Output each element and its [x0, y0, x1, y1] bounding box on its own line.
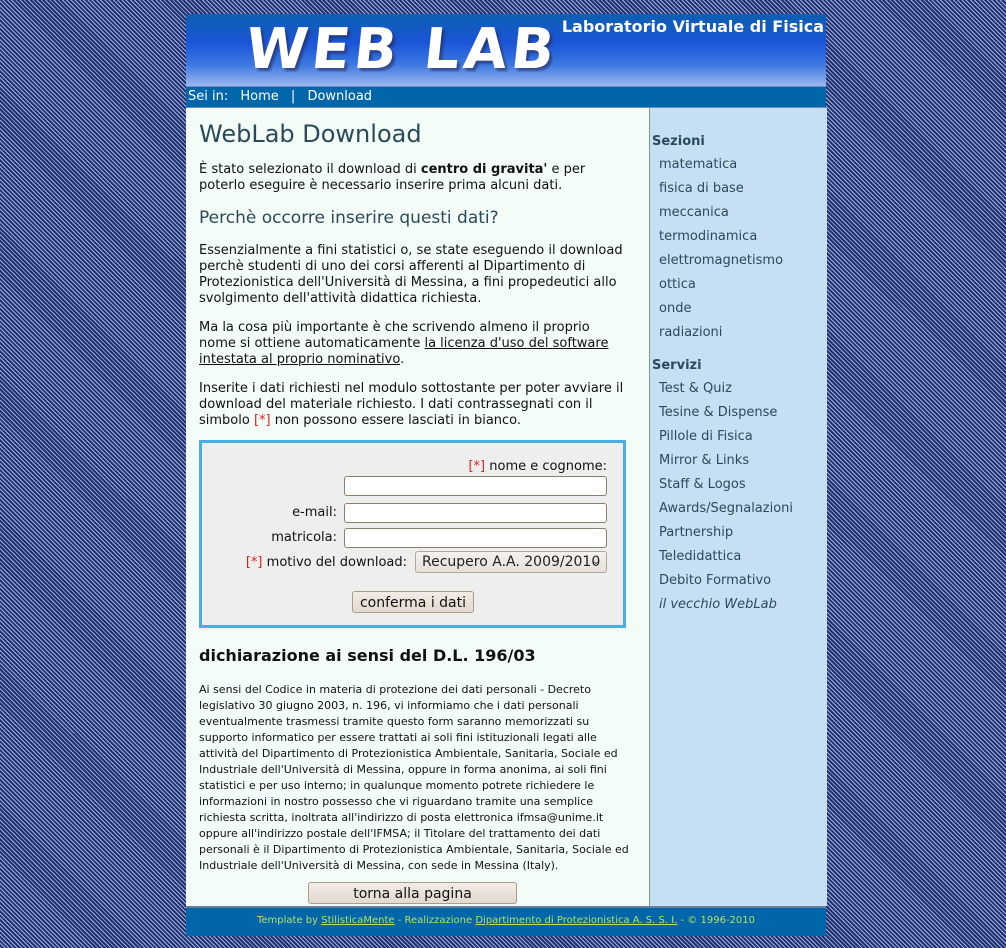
sidebar-item-elettromagnetismo[interactable]: elettromagnetismo	[659, 253, 783, 268]
sidebar-item-onde[interactable]: onde	[659, 301, 691, 316]
breadcrumb: Sei in: Home | Download	[186, 86, 826, 108]
chevron-down-icon: ⌄	[591, 556, 600, 567]
footer: Template by StilisticaMente - Realizzazi…	[186, 906, 826, 936]
header-banner: WEB LAB Laboratorio Virtuale di Fisica	[186, 14, 826, 86]
motivo-selected-value: Recupero A.A. 2009/2010	[422, 554, 601, 570]
sidebar-item-tesine-dispense[interactable]: Tesine & Dispense	[659, 405, 777, 420]
license-text-end: .	[400, 352, 405, 367]
section-subtitle: Perchè occorre inserire questi dati?	[199, 208, 499, 228]
license-paragraph: Ma la cosa più importante è che scrivend…	[199, 320, 629, 368]
breadcrumb-prefix: Sei in:	[188, 89, 229, 104]
required-marker: [*]	[245, 555, 263, 570]
name-input[interactable]	[344, 476, 607, 496]
email-input[interactable]	[344, 503, 607, 523]
motivo-label-text: motivo del download:	[266, 555, 407, 570]
sidebar-item-fisica-di-base[interactable]: fisica di base	[659, 181, 744, 196]
instructions-text-end: non possono essere lasciati in bianco.	[270, 413, 522, 428]
download-form: [*] nome e cognome: e-mail: matricola: […	[199, 440, 626, 628]
sidebar-item-pillole-di-fisica[interactable]: Pillole di Fisica	[659, 429, 753, 444]
breadcrumb-home-link[interactable]: Home	[240, 89, 278, 104]
declaration-text: Ai sensi del Codice in materia di protez…	[199, 683, 629, 872]
site-title: Laboratorio Virtuale di Fisica	[561, 17, 824, 36]
name-label-text: nome e cognome:	[489, 459, 607, 474]
email-label: e-mail:	[292, 505, 337, 520]
sidebar-item-test-quiz[interactable]: Test & Quiz	[659, 381, 732, 396]
page-title: WebLab Download	[199, 120, 422, 148]
sidebar-item-matematica[interactable]: matematica	[659, 157, 737, 172]
sidebar-item-mirror-links[interactable]: Mirror & Links	[659, 453, 749, 468]
sidebar-item-teledidattica[interactable]: Teledidattica	[659, 549, 741, 564]
sidebar-services-title: Servizi	[652, 358, 702, 373]
required-marker: [*]	[253, 413, 271, 428]
sidebar-sections-title: Sezioni	[652, 134, 705, 149]
footer-dept-link[interactable]: Dipartimento di Protezionistica A. S. S.…	[475, 915, 677, 926]
motivo-label: [*] motivo del download:	[246, 555, 407, 570]
sidebar-item-vecchio-weblab[interactable]: il vecchio WebLab	[659, 597, 777, 612]
required-marker: [*]	[468, 459, 486, 474]
sidebar-item-meccanica[interactable]: meccanica	[659, 205, 729, 220]
intro-text: È stato selezionato il download di	[199, 162, 421, 177]
instructions-paragraph: Inserite i dati richiesti nel modulo sot…	[199, 381, 629, 429]
footer-template-text: Template by	[256, 915, 322, 926]
sidebar-item-partnership[interactable]: Partnership	[659, 525, 733, 540]
back-button[interactable]: torna alla pagina precedente	[308, 882, 517, 922]
page-container: WEB LAB Laboratorio Virtuale di Fisica S…	[186, 14, 827, 936]
sidebar-item-radiazioni[interactable]: radiazioni	[659, 325, 722, 340]
confirm-button[interactable]: conferma i dati	[352, 591, 474, 613]
sidebar-item-ottica[interactable]: ottica	[659, 277, 696, 292]
footer-template-link[interactable]: StilisticaMente	[321, 915, 394, 926]
declaration-title: dichiarazione ai sensi del D.L. 196/03	[199, 646, 536, 665]
sidebar-item-debito-formativo[interactable]: Debito Formativo	[659, 573, 771, 588]
intro-paragraph: È stato selezionato il download di centr…	[199, 162, 629, 194]
motivo-select[interactable]: Recupero A.A. 2009/2010 ⌄	[415, 551, 607, 573]
main-content: WebLab Download È stato selezionato il d…	[186, 108, 649, 922]
breadcrumb-download-link[interactable]: Download	[307, 89, 372, 104]
name-label: [*] nome e cognome:	[468, 459, 607, 474]
sidebar-item-termodinamica[interactable]: termodinamica	[659, 229, 757, 244]
weblab-logo[interactable]: WEB LAB	[243, 17, 562, 82]
download-item-name: centro di gravita'	[420, 162, 548, 177]
sidebar-item-awards[interactable]: Awards/Segnalazioni	[659, 501, 793, 516]
matricola-input[interactable]	[344, 528, 607, 548]
matricola-label: matricola:	[271, 530, 337, 545]
sidebar-item-staff-logos[interactable]: Staff & Logos	[659, 477, 746, 492]
footer-realizzazione-text: - Realizzazione	[394, 915, 476, 926]
breadcrumb-separator: |	[290, 89, 296, 104]
sidebar: Sezioni matematica fisica di base meccan…	[649, 108, 827, 906]
footer-copyright: - © 1996-2010	[677, 915, 755, 926]
reason-paragraph: Essenzialmente a fini statistici o, se s…	[199, 243, 623, 306]
